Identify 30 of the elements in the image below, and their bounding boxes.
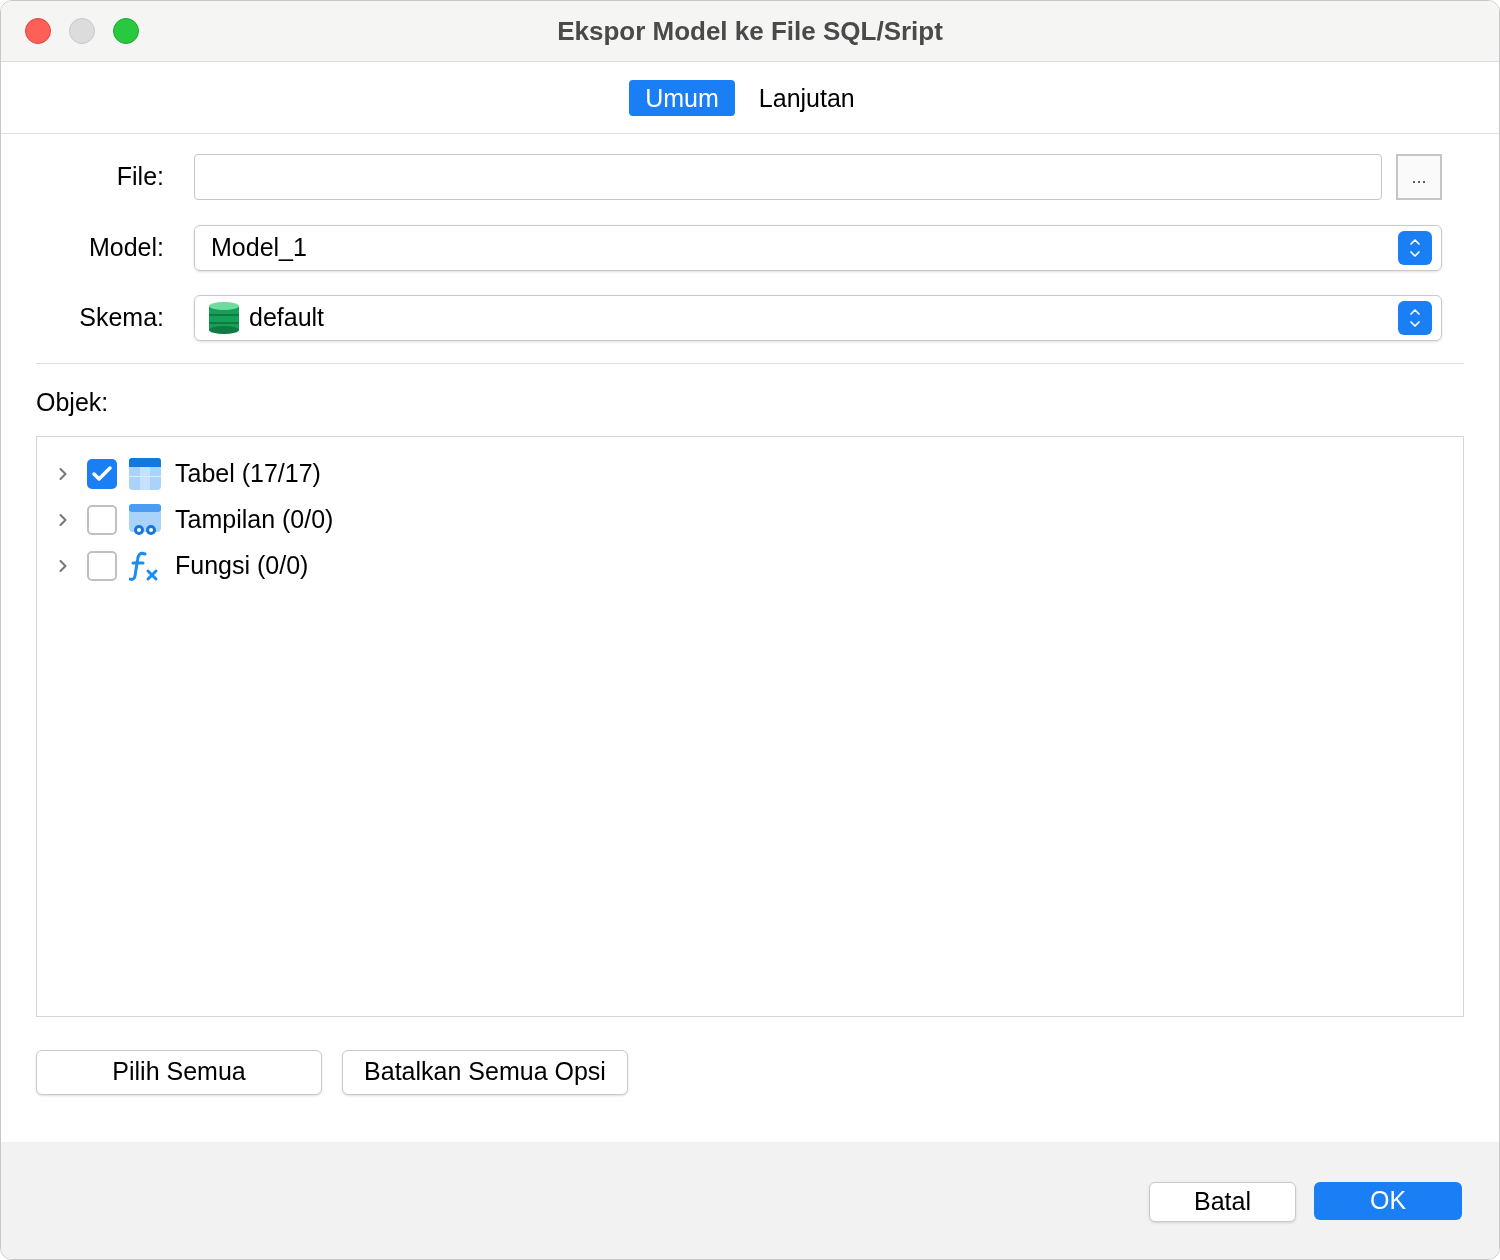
- stepper-icon: [1398, 301, 1432, 335]
- tree-item-label[interactable]: Tampilan (0/0): [175, 500, 334, 539]
- cancel-button[interactable]: Batal: [1149, 1181, 1296, 1222]
- close-button[interactable]: [25, 18, 51, 44]
- checkbox[interactable]: [87, 550, 117, 581]
- select-value: default: [249, 302, 325, 334]
- database-icon: [209, 302, 239, 334]
- zoom-button[interactable]: [113, 18, 139, 44]
- view-icon: [129, 503, 161, 536]
- field-label: Skema:: [78, 302, 164, 334]
- schema-select[interactable]: default: [194, 295, 1442, 341]
- objects-label: Objek:: [36, 387, 110, 418]
- file-path-field[interactable]: [194, 154, 1382, 200]
- field-label: File:: [115, 161, 164, 193]
- tab[interactable]: Umum: [629, 79, 735, 116]
- browse-button[interactable]: ...: [1396, 154, 1442, 200]
- field-label: Model:: [87, 232, 164, 264]
- tree-item-label[interactable]: Fungsi (0/0): [175, 546, 309, 585]
- selection-button[interactable]: Pilih Semua: [36, 1049, 322, 1095]
- model-select[interactable]: Model_1: [194, 225, 1442, 271]
- checkbox[interactable]: [87, 458, 117, 489]
- stepper-icon: [1398, 231, 1432, 265]
- ok-button[interactable]: OK: [1314, 1181, 1462, 1220]
- table-icon: [129, 457, 161, 490]
- selection-button[interactable]: Batalkan Semua Opsi: [342, 1049, 628, 1095]
- tree-item-label[interactable]: Tabel (17/17): [175, 454, 321, 493]
- tab[interactable]: Lanjutan: [742, 79, 871, 116]
- window-title: Ekspor Model ke File SQL/Sript: [557, 14, 943, 48]
- select-value: Model_1: [211, 232, 307, 264]
- checkbox[interactable]: [87, 504, 117, 535]
